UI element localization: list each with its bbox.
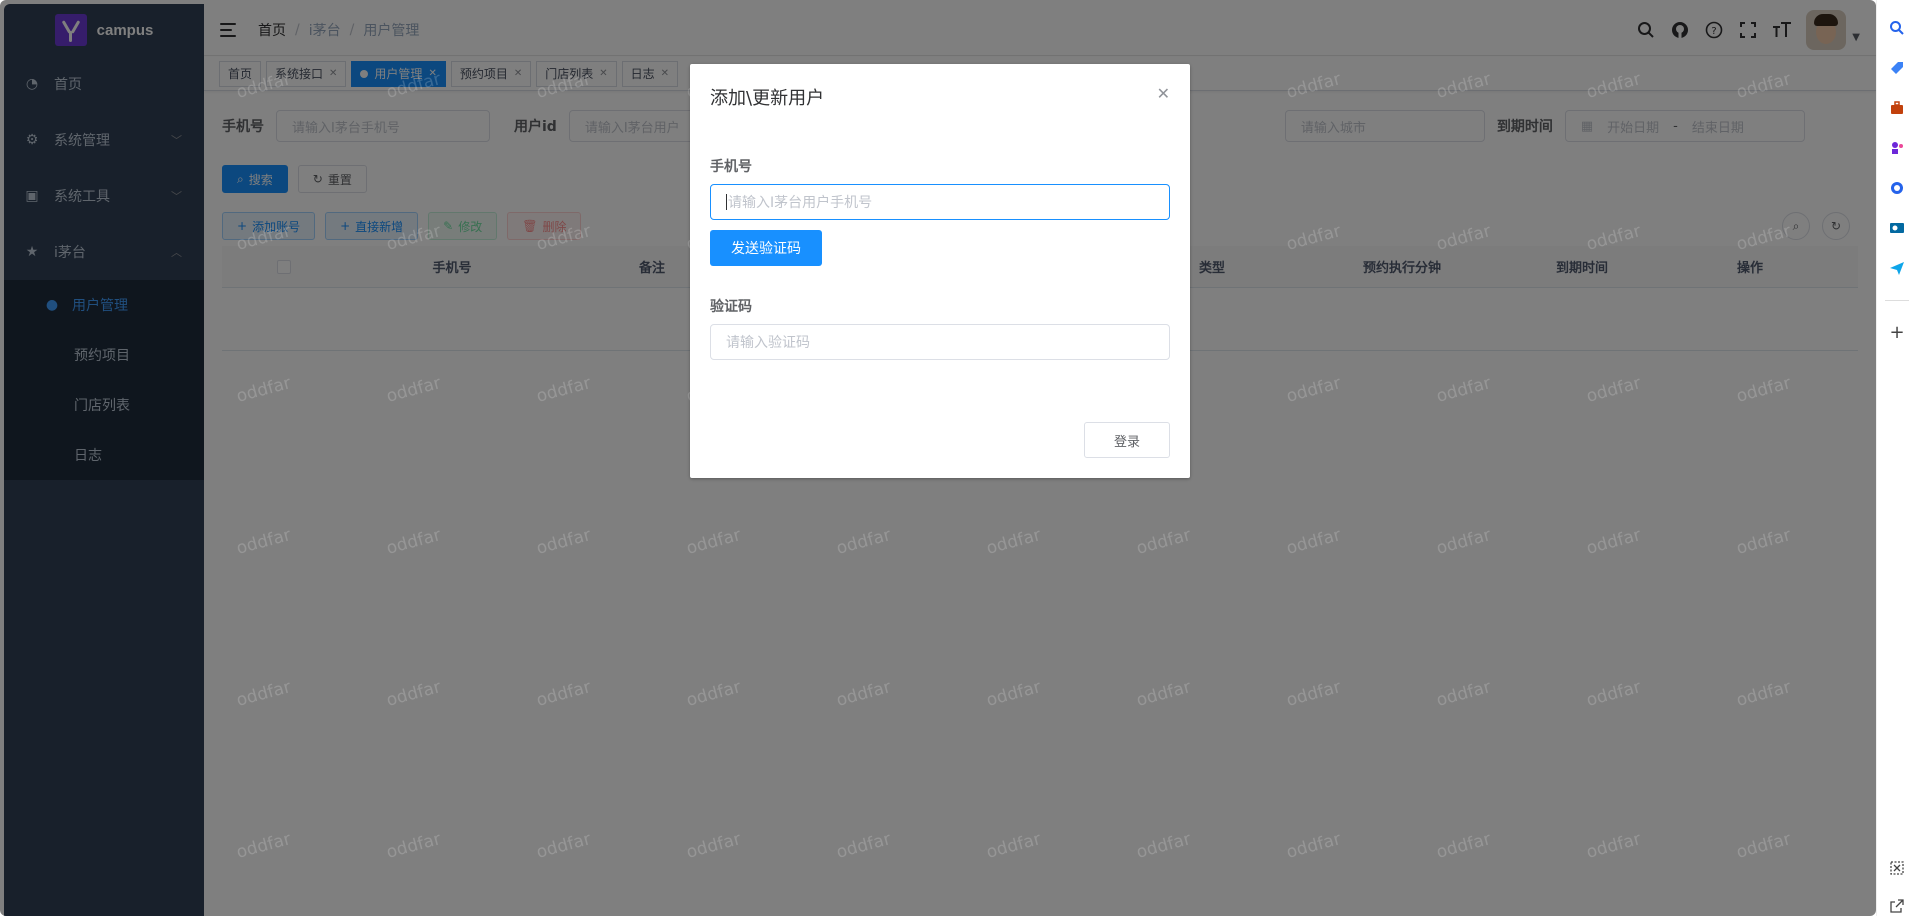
- app-window: campus ◔ 首页 ⚙ 系统管理 ﹀ ▣ 系统工具 ﹀ ★ i茅台 ︿ ● …: [0, 0, 1876, 916]
- chess-icon[interactable]: [1887, 138, 1907, 158]
- send-code-button[interactable]: 发送验证码: [710, 230, 822, 266]
- login-button[interactable]: 登录: [1084, 422, 1170, 458]
- dialog-title: 添加\更新用户: [710, 88, 825, 109]
- send-icon[interactable]: [1887, 258, 1907, 278]
- tag-icon[interactable]: [1887, 58, 1907, 78]
- browser-side-rail: +: [1876, 0, 1916, 916]
- dialog-code-input[interactable]: 请输入验证码: [710, 324, 1170, 360]
- search-icon[interactable]: [1887, 18, 1907, 38]
- dialog-phone-label: 手机号: [710, 159, 752, 175]
- close-icon[interactable]: ✕: [1157, 84, 1170, 103]
- open-external-icon[interactable]: [1887, 896, 1907, 916]
- add-update-user-dialog: 添加\更新用户 ✕ 手机号 请输入I茅台用户手机号 发送验证码 验证码 请输入验…: [690, 64, 1190, 478]
- dialog-phone-input[interactable]: 请输入I茅台用户手机号: [710, 184, 1170, 220]
- outlook-icon[interactable]: [1887, 218, 1907, 238]
- plus-icon[interactable]: +: [1887, 322, 1907, 343]
- briefcase-icon[interactable]: [1887, 98, 1907, 118]
- dialog-code-label: 验证码: [710, 299, 752, 315]
- copilot-icon[interactable]: [1887, 178, 1907, 198]
- screenshot-icon[interactable]: [1887, 858, 1907, 878]
